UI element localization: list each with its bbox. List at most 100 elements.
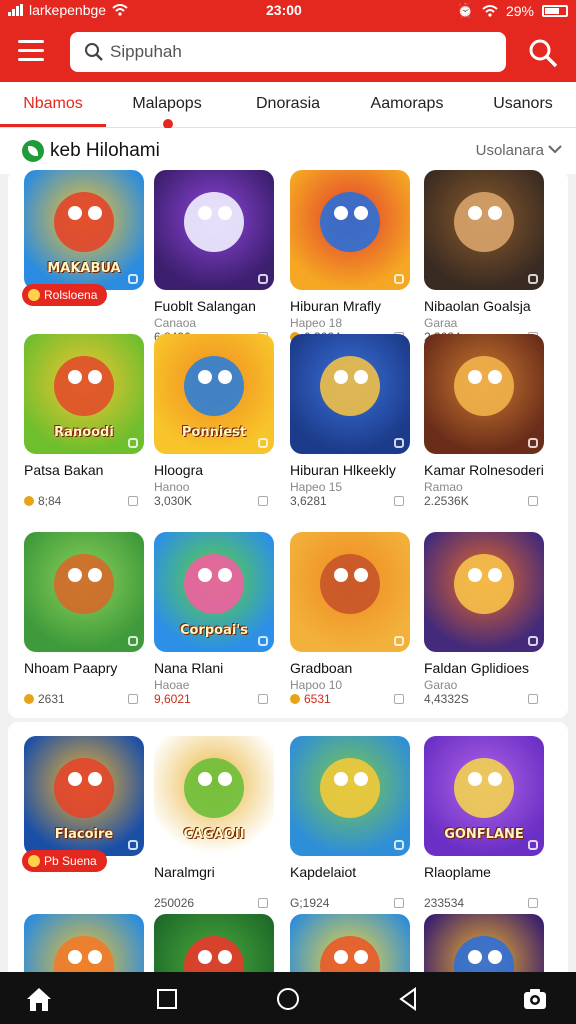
character-art [198, 370, 212, 384]
character-art [54, 356, 114, 416]
game-title[interactable]: Fuoblt Salangan [154, 298, 288, 314]
character-art [198, 772, 212, 786]
game-category: Garaa [424, 316, 458, 330]
game-thumbnail[interactable] [24, 532, 144, 652]
character-art [68, 772, 82, 786]
coin-icon [24, 496, 34, 506]
character-art [68, 950, 82, 964]
game-stat-value: 4,4332S [424, 692, 469, 706]
tab-aamoraps[interactable]: Aamoraps [352, 82, 462, 128]
game-title[interactable]: Hloogra [154, 462, 288, 478]
tab-usanors[interactable]: Usanors [470, 82, 576, 128]
game-thumbnail[interactable]: GONFLANE [424, 736, 544, 856]
game-thumbnail[interactable] [154, 170, 274, 290]
game-title[interactable]: Gradboan [290, 660, 424, 676]
character-art [488, 568, 502, 582]
character-art [68, 206, 82, 220]
game-stat-value: 3,030K [154, 494, 193, 508]
character-art [354, 206, 368, 220]
game-thumbnail[interactable]: Corpoai's [154, 532, 274, 652]
character-art [454, 192, 514, 252]
game-stat: 4,4332S [424, 692, 469, 706]
search-input[interactable] [110, 32, 490, 72]
game-category: Garao [424, 678, 458, 692]
game-thumbnail[interactable]: Flacoire [24, 736, 144, 856]
game-thumbnail[interactable]: CAGAOII [154, 736, 274, 856]
character-art [198, 206, 212, 220]
hamburger-icon[interactable] [18, 40, 44, 62]
battery-percent: 29% [505, 2, 534, 19]
game-grid: MAKABUARolsloenaFuoblt SalanganCanaoa6;8… [8, 170, 568, 718]
game-title[interactable]: Hiburan Hlkeekly [290, 462, 424, 478]
game-title[interactable]: Nibaolan Goalsja [424, 298, 558, 314]
game-thumbnail[interactable]: Ranoodi [24, 334, 144, 454]
tab-dnorasia[interactable]: Dnorasia [232, 82, 344, 128]
category-tabs: Nbamos Malapops Dnorasia Aamoraps Usanor… [0, 82, 576, 129]
game-category: Hapeo 18 [290, 316, 343, 330]
character-art [488, 370, 502, 384]
game-stat: 6531 [290, 692, 331, 706]
game-logo-text: Flacoire [54, 827, 114, 842]
bottom-navigation [0, 972, 576, 1024]
character-art [320, 758, 380, 818]
game-title[interactable]: Nhoam Paapry [24, 660, 158, 676]
circle-icon[interactable] [273, 984, 303, 1014]
expand-icon [528, 636, 538, 646]
character-art [218, 568, 232, 582]
character-art [488, 206, 502, 220]
status-bar: larkepenbge 23:00 ⏰ 29% [0, 0, 576, 22]
wifi-icon [482, 4, 498, 17]
triangle-back-icon[interactable] [393, 984, 423, 1014]
expand-icon [258, 274, 268, 284]
character-art [218, 370, 232, 384]
game-title[interactable]: Nana Rlani [154, 660, 288, 676]
expand-icon [128, 438, 138, 448]
search-icon[interactable] [526, 36, 560, 70]
game-thumbnail[interactable]: Ponniest [154, 334, 274, 454]
character-art [488, 950, 502, 964]
tab-nbamos[interactable]: Nbamos [0, 82, 106, 128]
active-tab-indicator [0, 124, 106, 127]
character-art [88, 370, 102, 384]
game-thumbnail[interactable] [290, 334, 410, 454]
game-category: Ramao [424, 480, 463, 494]
game-thumbnail[interactable] [424, 334, 544, 454]
expand-icon [394, 438, 404, 448]
game-title[interactable]: Faldan Gplidioes [424, 660, 558, 676]
game-thumbnail[interactable] [290, 532, 410, 652]
device-icon [258, 898, 268, 908]
search-bar[interactable] [70, 32, 506, 72]
game-title[interactable]: Hiburan Mrafly [290, 298, 424, 314]
promo-badge-label: Rolsloena [44, 288, 98, 302]
game-category: Hapoo 10 [290, 678, 343, 692]
game-thumbnail[interactable] [424, 532, 544, 652]
game-title[interactable]: Rlaoplame [424, 864, 558, 880]
promo-badge: Rolsloena [22, 284, 108, 306]
character-art [334, 206, 348, 220]
game-logo-text: Ponniest [181, 425, 247, 440]
game-thumbnail[interactable] [424, 170, 544, 290]
game-logo-text: Ranoodi [54, 425, 114, 440]
home-icon[interactable] [24, 984, 54, 1014]
game-stat-value: 9,6021 [154, 692, 191, 706]
game-thumbnail[interactable] [290, 736, 410, 856]
game-title[interactable]: Naralmgri [154, 864, 288, 880]
character-art [468, 950, 482, 964]
filter-bar: keb Hilohami Usolanara [0, 128, 576, 174]
game-category: Hanoo [154, 480, 190, 494]
character-art [184, 192, 244, 252]
sort-dropdown[interactable]: Usolanara [476, 142, 544, 159]
game-thumbnail[interactable] [290, 170, 410, 290]
character-art [320, 192, 380, 252]
expand-icon [258, 840, 268, 850]
game-stat-value: 8;84 [38, 494, 62, 508]
character-art [218, 206, 232, 220]
game-title[interactable]: Patsa Bakan [24, 462, 158, 478]
game-thumbnail[interactable]: MAKABUA [24, 170, 144, 290]
game-title[interactable]: Kamar Rolnesoderi [424, 462, 558, 478]
square-icon[interactable] [152, 984, 182, 1014]
chevron-down-icon[interactable] [548, 144, 562, 154]
game-logo-text: GONFLANE [444, 827, 524, 842]
game-title[interactable]: Kapdelaiot [290, 864, 424, 880]
camera-icon[interactable] [520, 984, 550, 1014]
